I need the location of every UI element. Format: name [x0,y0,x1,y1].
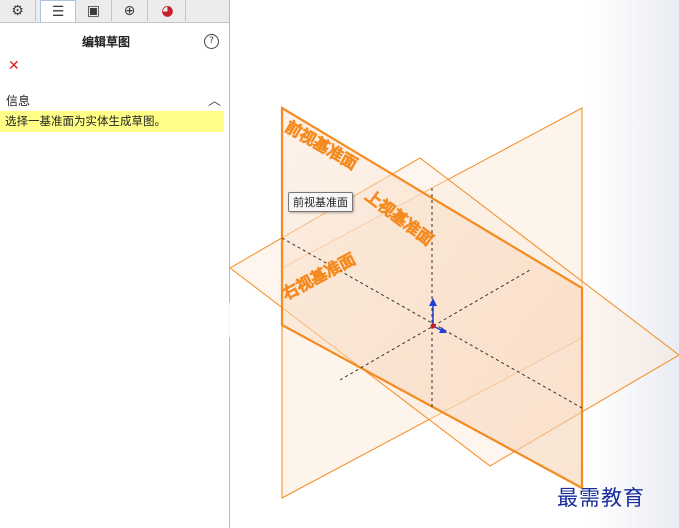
watermark: 最需教育 [557,486,645,510]
plane-tooltip: 前视基准面 [288,192,353,212]
origin-icon [430,323,436,329]
plane-scene: 前视基准面 上视基准面 右视基准面 [229,106,679,499]
